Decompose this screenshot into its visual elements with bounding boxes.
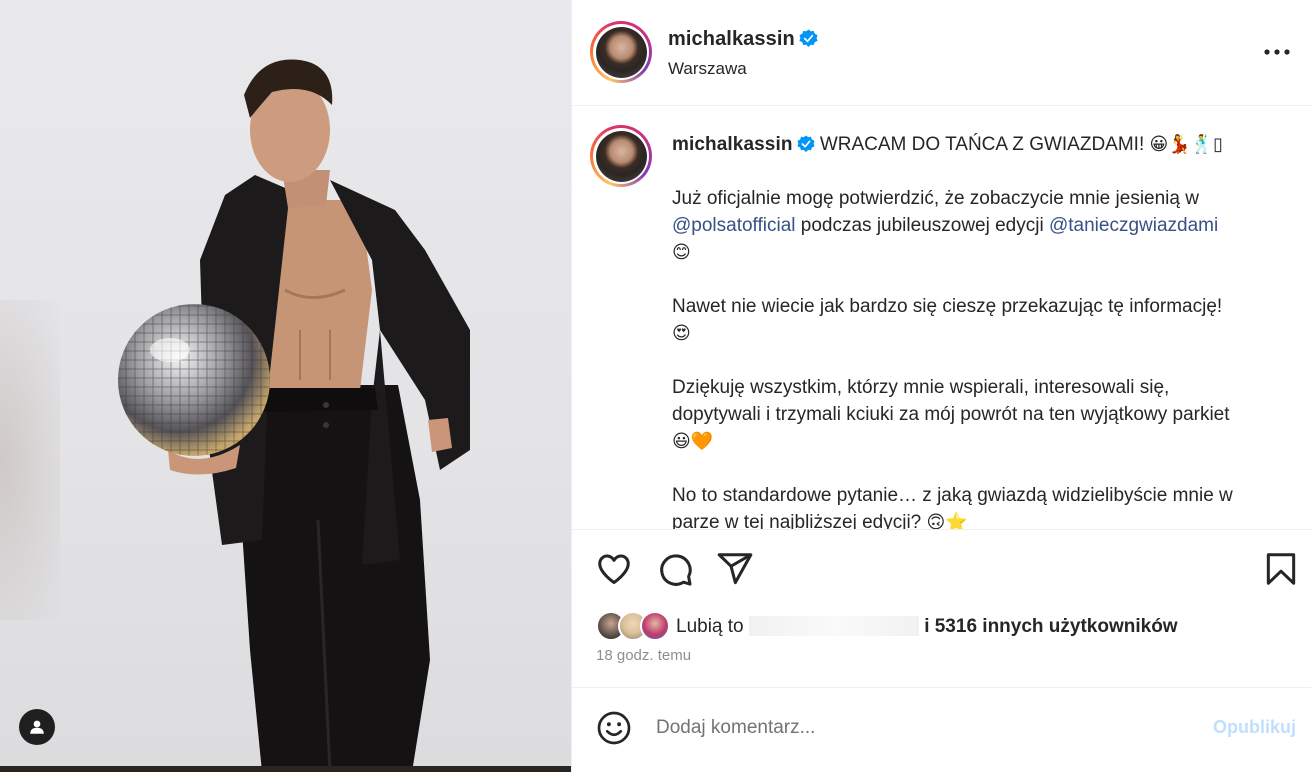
caption-p4-emoji: 🙃⭐ bbox=[926, 512, 968, 530]
mention-polsatofficial[interactable]: @polsatofficial bbox=[672, 215, 796, 236]
likes-prefix: Lubią to bbox=[676, 616, 744, 637]
comment-bar: Opublikuj bbox=[572, 687, 1311, 772]
blurred-username bbox=[748, 616, 919, 636]
user-tag-button[interactable] bbox=[19, 709, 55, 745]
like-button[interactable] bbox=[595, 550, 633, 588]
user-tag-icon bbox=[30, 720, 44, 734]
liker-avatar bbox=[640, 611, 670, 641]
caption-p3-text: Dziękuję wszystkim, którzy mnie wspieral… bbox=[672, 377, 1230, 425]
author-avatar[interactable] bbox=[590, 21, 652, 83]
likes-row[interactable]: Lubią to i 5316 innych użytkowników bbox=[596, 610, 1178, 644]
author-name-row: michalkassin bbox=[668, 28, 818, 51]
liker-avatars bbox=[596, 611, 672, 643]
likes-count[interactable]: i 5316 innych użytkowników bbox=[924, 616, 1177, 637]
caption-text: michalkassin WRACAM DO TAŃCA Z GWIAZDAMI… bbox=[672, 131, 1292, 530]
more-options-button[interactable] bbox=[1260, 39, 1294, 65]
caption-username[interactable]: michalkassin bbox=[672, 134, 793, 155]
share-button[interactable] bbox=[716, 550, 754, 588]
caption-avatar[interactable] bbox=[590, 125, 652, 187]
caption-area: michalkassin WRACAM DO TAŃCA Z GWIAZDAMI… bbox=[572, 107, 1311, 530]
heart-icon bbox=[598, 554, 630, 584]
caption-p2-text: Nawet nie wiecie jak bardzo się cieszę p… bbox=[672, 296, 1223, 317]
emoji-icon bbox=[597, 711, 631, 745]
bookmark-icon bbox=[1266, 553, 1296, 585]
author-username[interactable]: michalkassin bbox=[668, 28, 795, 50]
emoji-picker-button[interactable] bbox=[596, 710, 632, 746]
post-timestamp[interactable]: 18 godz. temu bbox=[596, 647, 691, 664]
caption-p1-middle: podczas jubileuszowej edycji bbox=[795, 215, 1049, 236]
photo-floor bbox=[0, 766, 571, 772]
caption-p1-emoji: 😊 bbox=[672, 242, 691, 263]
post-location[interactable]: Warszawa bbox=[668, 59, 747, 79]
caption-headline: WRACAM DO TAŃCA Z GWIAZDAMI! bbox=[819, 134, 1145, 155]
post-header: michalkassin Warszawa bbox=[572, 0, 1311, 106]
caption-p3-emoji: 😃🧡 bbox=[672, 431, 714, 452]
publish-button[interactable]: Opublikuj bbox=[1213, 717, 1296, 738]
comment-icon bbox=[660, 554, 692, 586]
likes-text: Lubią to i 5316 innych użytkowników bbox=[676, 616, 1178, 638]
save-button[interactable] bbox=[1262, 550, 1300, 588]
post-photo[interactable] bbox=[0, 0, 571, 772]
caption-p1-text: Już oficjalnie mogę potwierdzić, że zoba… bbox=[672, 188, 1199, 209]
dancer-illustration bbox=[118, 59, 470, 772]
verified-icon bbox=[796, 135, 815, 153]
comment-button[interactable] bbox=[656, 550, 694, 588]
comment-input[interactable] bbox=[656, 712, 1176, 744]
verified-icon bbox=[799, 29, 818, 48]
post-panel: michalkassin Warszawa michalkassin WRACA… bbox=[571, 0, 1311, 772]
caption-headline-emoji: 😀💃🕺▯ bbox=[1149, 134, 1224, 155]
caption-p2-emoji: 😍 bbox=[672, 323, 691, 344]
action-bar bbox=[572, 531, 1311, 601]
more-icon bbox=[1264, 49, 1290, 55]
share-icon bbox=[717, 553, 753, 585]
mention-tanieczgwiazdami[interactable]: @tanieczgwiazdami bbox=[1049, 215, 1218, 236]
